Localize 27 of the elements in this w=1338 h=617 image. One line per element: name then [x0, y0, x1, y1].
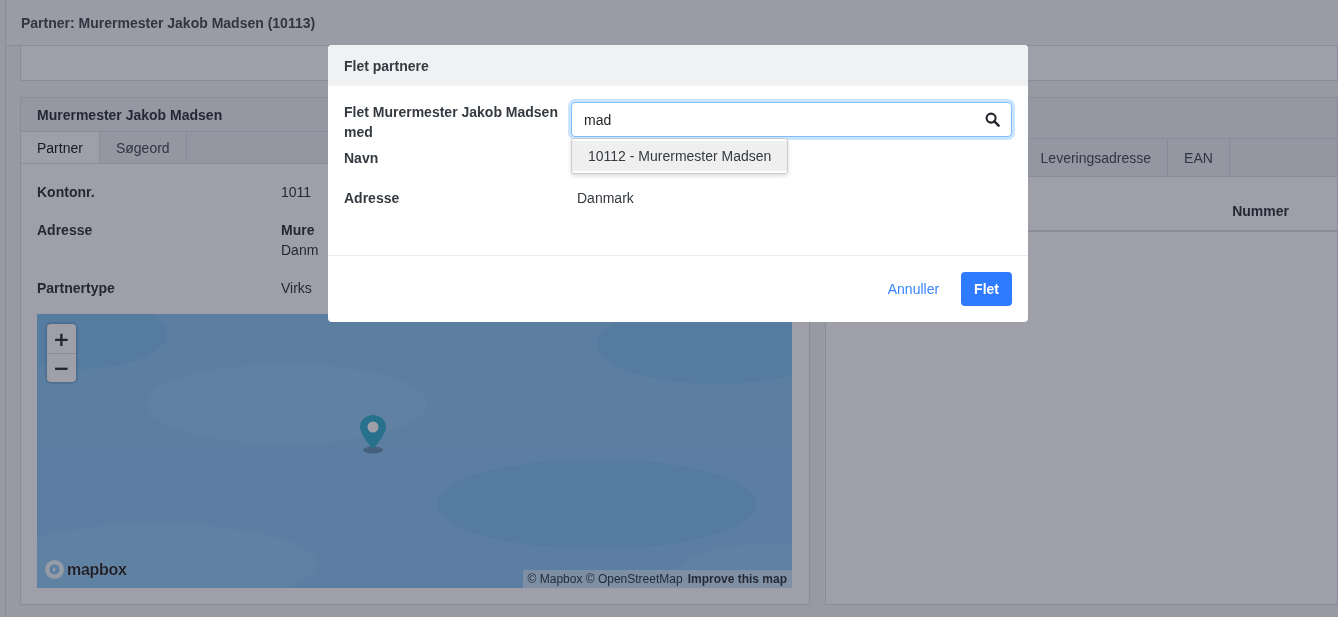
dialog-title: Flet partnere — [344, 57, 429, 74]
field-label: Flet Murermester Jakob Madsen med — [344, 103, 559, 142]
tab[interactable]: EAN — [1168, 139, 1230, 176]
field-value: Mure — [281, 221, 315, 240]
field-label: Adresse — [344, 189, 401, 208]
cancel-button[interactable]: Annuller — [883, 273, 944, 305]
field-value: Danmark — [576, 189, 635, 208]
field-label: Kontonr. — [37, 183, 96, 202]
zoom-out-button[interactable]: − — [47, 353, 76, 382]
field-label: Adresse — [37, 221, 94, 240]
card-title: Murermester Jakob Madsen — [37, 106, 223, 123]
tab[interactable]: Partner — [21, 132, 100, 163]
field-label: Partnertype — [37, 279, 116, 298]
attribution-text: © Mapbox © OpenStreetMap — [527, 572, 683, 586]
merge-button[interactable]: Flet — [961, 272, 1012, 306]
field-value: 1011 — [281, 183, 312, 202]
field-value: Virks — [281, 279, 312, 298]
field-value: Danm — [281, 241, 319, 260]
search-field[interactable]: mad — [571, 102, 1012, 137]
zoom-in-button[interactable]: + — [47, 324, 76, 353]
improve-map-link[interactable]: Improve this map — [687, 572, 787, 586]
column-header: Nummer — [1232, 203, 1289, 221]
page-title: Partner: Murermester Jakob Madsen (10113) — [21, 14, 316, 31]
field-label: Navn — [344, 149, 380, 168]
tab[interactable]: Søgeord — [99, 132, 187, 163]
map-logo-text: mapbox — [67, 560, 127, 579]
suggestion-item[interactable]: 10112 - Murermester Madsen — [572, 141, 788, 171]
